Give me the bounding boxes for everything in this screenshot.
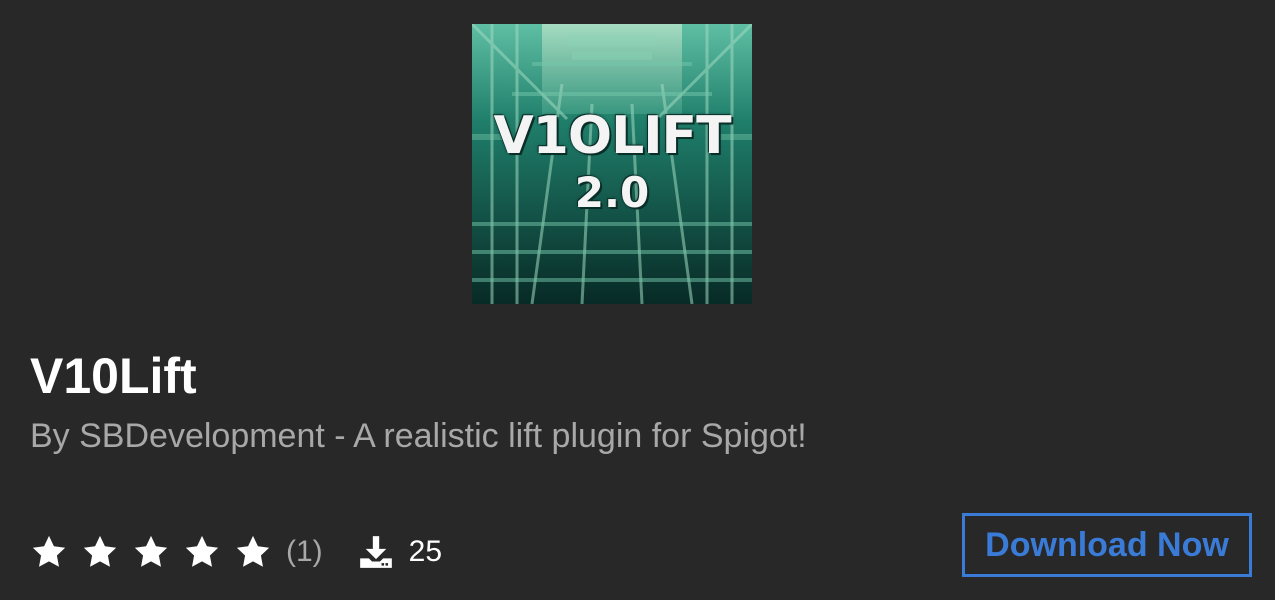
star-icon [83, 535, 117, 567]
star-icon [236, 535, 270, 567]
star-icon [134, 535, 168, 567]
plugin-stats: (1) 25 [30, 528, 442, 576]
logo-version-text: 2.0 [574, 168, 650, 217]
logo-title-text: V1OLIFT [493, 106, 731, 166]
star-icon [32, 535, 66, 567]
plugin-title[interactable]: V10Lift [30, 344, 197, 408]
plugin-logo[interactable]: V1OLIFT 2.0 [472, 24, 752, 304]
rating-stars [30, 533, 285, 571]
plugin-card: V1OLIFT 2.0 V10Lift By SBDevelopment - A… [0, 0, 1275, 600]
download-count: 25 [408, 535, 443, 568]
star-icon [185, 535, 219, 567]
rating-count: (1) [286, 535, 323, 568]
download-now-button[interactable]: Download Now [962, 513, 1252, 577]
download-icon [359, 536, 392, 568]
plugin-byline: By SBDevelopment - A realistic lift plug… [30, 417, 807, 455]
